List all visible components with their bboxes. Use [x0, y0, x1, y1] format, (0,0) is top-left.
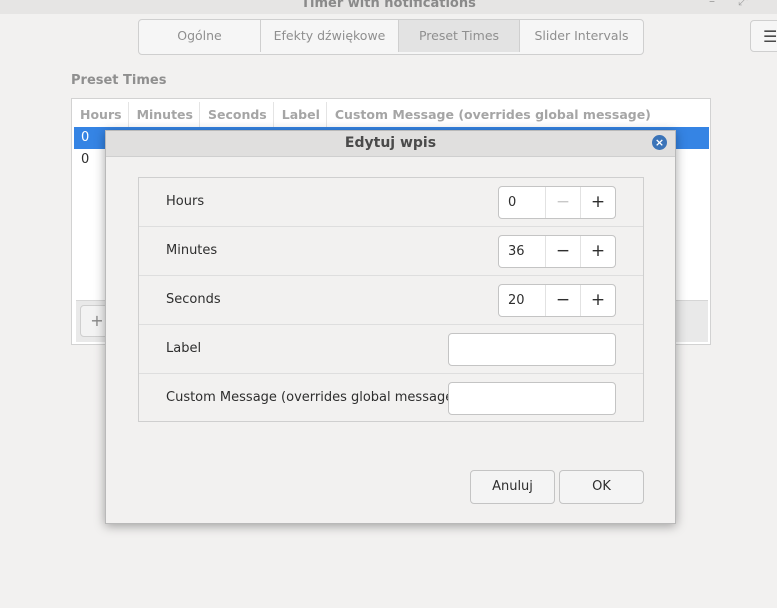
hours-increment-button[interactable]: + [580, 187, 615, 218]
hamburger-menu-icon: ☰ [763, 27, 777, 46]
hours-decrement-button[interactable]: − [545, 187, 580, 218]
close-icon[interactable]: × [652, 135, 667, 150]
minutes-increment-button[interactable]: + [580, 236, 615, 267]
maximize-icon[interactable]: ⤢ [738, 0, 748, 9]
entry-fields-list: Hours 0 − + Minutes 36 − + Seconds 20 − … [138, 177, 644, 422]
edit-entry-dialog: Edytuj wpis × Hours 0 − + Minutes 36 − +… [105, 130, 676, 524]
column-header-label[interactable]: Label [274, 102, 327, 128]
column-header-hours[interactable]: Hours [72, 102, 129, 128]
ok-button[interactable]: OK [559, 470, 644, 504]
custom-message-label: Custom Message (overrides global message… [166, 390, 459, 405]
minutes-row: Minutes 36 − + [139, 227, 643, 276]
minimize-icon[interactable]: – [709, 0, 715, 8]
label-input[interactable] [448, 333, 616, 366]
table-cell-hours: 0 [81, 152, 90, 167]
seconds-spinbutton[interactable]: 20 − + [498, 284, 616, 317]
table-cell-hours: 0 [81, 130, 90, 145]
minutes-value[interactable]: 36 [499, 236, 545, 267]
column-header-seconds[interactable]: Seconds [200, 102, 274, 128]
app-titlebar: Timer with notifications – ⤢ [0, 0, 777, 14]
minutes-decrement-button[interactable]: − [545, 236, 580, 267]
table-header: Hours Minutes Seconds Label Custom Messa… [72, 102, 657, 128]
column-header-minutes[interactable]: Minutes [129, 102, 200, 128]
seconds-row: Seconds 20 − + [139, 276, 643, 325]
seconds-value[interactable]: 20 [499, 285, 545, 316]
custom-message-row: Custom Message (overrides global message… [139, 374, 643, 423]
tab-preset-times[interactable]: Preset Times [399, 20, 520, 52]
hours-row: Hours 0 − + [139, 178, 643, 227]
seconds-increment-button[interactable]: + [580, 285, 615, 316]
minutes-spinbutton[interactable]: 36 − + [498, 235, 616, 268]
plus-icon: + [90, 311, 104, 330]
cancel-button[interactable]: Anuluj [470, 470, 555, 504]
hours-spinbutton[interactable]: 0 − + [498, 186, 616, 219]
label-field-label: Label [166, 341, 202, 356]
app-title: Timer with notifications [301, 0, 476, 11]
hours-value[interactable]: 0 [499, 187, 545, 218]
column-header-custom-message[interactable]: Custom Message (overrides global message… [327, 102, 657, 128]
seconds-label: Seconds [166, 292, 221, 307]
custom-message-input[interactable] [448, 382, 616, 415]
hours-label: Hours [166, 194, 205, 209]
tab-slider-intervals[interactable]: Slider Intervals [520, 20, 643, 52]
tab-general[interactable]: Ogólne [139, 20, 261, 52]
settings-tabs: Ogólne Efekty dźwiękowe Preset Times Sli… [138, 19, 644, 55]
section-title: Preset Times [71, 73, 167, 88]
minutes-label: Minutes [166, 243, 218, 258]
main-menu-button[interactable]: ☰ [750, 20, 777, 52]
label-row: Label [139, 325, 643, 374]
dialog-header: Edytuj wpis × [106, 131, 675, 157]
seconds-decrement-button[interactable]: − [545, 285, 580, 316]
tab-sound-effects[interactable]: Efekty dźwiękowe [261, 20, 399, 52]
dialog-title: Edytuj wpis [344, 135, 437, 151]
